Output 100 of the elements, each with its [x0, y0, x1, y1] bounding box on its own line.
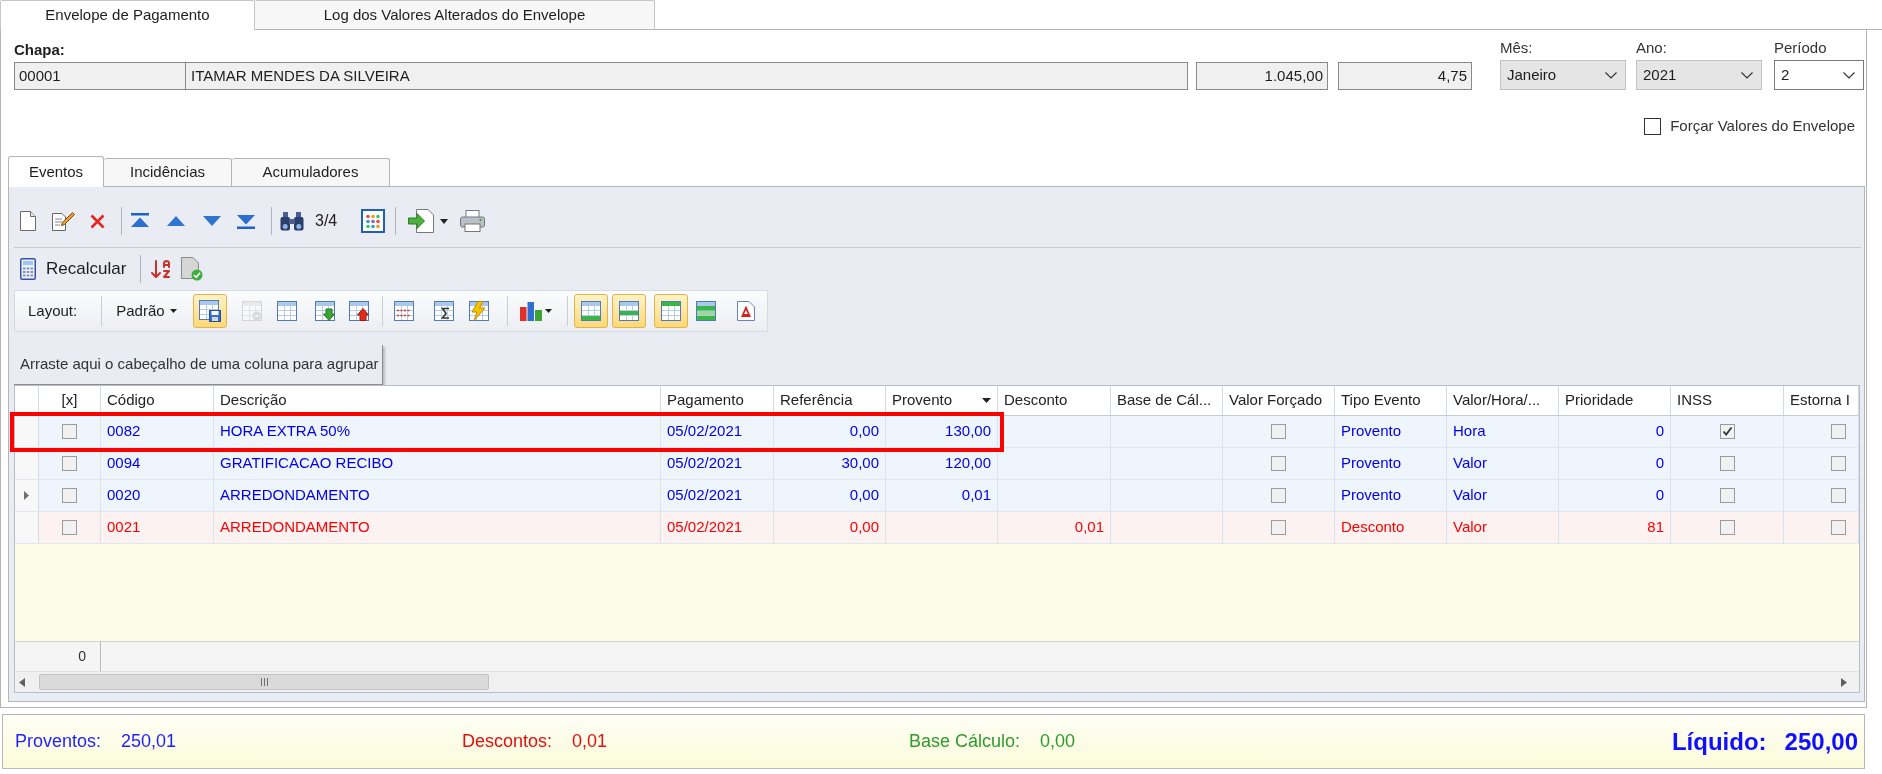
striped-table-icon[interactable]	[695, 301, 716, 321]
previous-icon[interactable]	[167, 216, 185, 226]
row-checkbox[interactable]	[1271, 456, 1286, 471]
table-cell: 120,00	[886, 448, 998, 479]
delete-icon[interactable]	[90, 213, 105, 229]
document-check-icon[interactable]	[181, 256, 204, 281]
column-header[interactable]: Valor Forçado	[1223, 386, 1335, 415]
row-checkbox[interactable]	[1831, 520, 1846, 535]
column-header[interactable]: Desconto	[998, 386, 1111, 415]
layout-tool-button[interactable]	[573, 294, 608, 328]
table-row[interactable]: 0021 ARREDONDAMENTO 05/02/2021 0,00 0,01 Desconto Valor 81	[15, 512, 1859, 544]
row-checkbox[interactable]	[1271, 424, 1286, 439]
table-cell: 0094	[101, 448, 214, 479]
recalculate-button[interactable]: Recalcular	[20, 255, 127, 282]
table-lightning-icon[interactable]	[468, 301, 489, 321]
printer-icon[interactable]	[460, 210, 486, 232]
table-sigma-icon[interactable]	[433, 301, 454, 321]
scroll-right-icon[interactable]	[1841, 677, 1847, 687]
chevron-down-icon	[1741, 71, 1753, 79]
document-triangle-icon[interactable]	[736, 301, 755, 321]
table-footer-icon[interactable]	[580, 301, 601, 321]
column-header[interactable]: Referência	[774, 386, 886, 415]
column-header[interactable]: Base de Cál...	[1111, 386, 1223, 415]
tab[interactable]: Incidências	[104, 158, 232, 186]
row-checkbox[interactable]	[62, 488, 77, 503]
column-header[interactable]: Tipo Evento	[1335, 386, 1447, 415]
row-checkbox[interactable]	[62, 520, 77, 535]
table-cell: 0,00	[774, 512, 886, 543]
tab[interactable]: Envelope de Pagamento	[0, 0, 255, 30]
chapa-label: Chapa:	[14, 40, 65, 60]
new-document-icon[interactable]	[20, 211, 36, 231]
tab[interactable]: Eventos	[8, 156, 104, 187]
column-header[interactable]: Estorna I	[1784, 386, 1859, 415]
row-checkbox[interactable]	[1831, 424, 1846, 439]
column-header[interactable]: Valor/Hora/...	[1447, 386, 1559, 415]
selector-dropdown[interactable]: 2021	[1636, 60, 1762, 90]
table-header-icon[interactable]	[660, 301, 681, 321]
column-header[interactable]: Descrição	[214, 386, 661, 415]
layout-preset-button[interactable]: Padrão	[116, 299, 177, 323]
name-field[interactable]: ITAMAR MENDES DA SILVEIRA	[186, 62, 1188, 90]
tab[interactable]: Acumuladores	[232, 158, 390, 186]
force-values-checkbox[interactable]	[1644, 117, 1662, 135]
color-grid-icon[interactable]	[361, 209, 386, 233]
row-checkbox[interactable]	[62, 456, 77, 471]
table-cell: GRATIFICACAO RECIBO	[214, 448, 661, 479]
table-row-icon[interactable]	[618, 301, 639, 321]
layout-tool-button[interactable]	[653, 294, 688, 328]
number-field[interactable]: 1.045,00	[1196, 62, 1328, 90]
table-cell: 05/02/2021	[661, 448, 774, 479]
layout-tool-button[interactable]	[192, 294, 227, 328]
next-icon[interactable]	[203, 216, 221, 226]
table-row[interactable]: 0020 ARREDONDAMENTO 05/02/2021 0,00 0,01 Provento Valor 0	[15, 480, 1859, 512]
table-icon[interactable]	[276, 301, 297, 321]
first-record-icon[interactable]	[131, 213, 149, 229]
column-header[interactable]: INSS	[1671, 386, 1784, 415]
binoculars-icon[interactable]	[280, 211, 304, 231]
row-checkbox[interactable]	[1719, 424, 1735, 439]
row-checkbox[interactable]	[1719, 456, 1735, 471]
table-row[interactable]: 0094 GRATIFICACAO RECIBO 05/02/2021 30,00 120,00 Provento Valor 0	[15, 448, 1859, 480]
total-label: Descontos:	[462, 730, 553, 753]
table-cell: 130,00	[886, 416, 998, 447]
chapa-field[interactable]: 00001	[14, 62, 186, 90]
column-header[interactable]: Pagamento	[661, 386, 774, 415]
row-checkbox[interactable]	[1719, 488, 1735, 503]
row-checkbox[interactable]	[1271, 520, 1286, 535]
column-header[interactable]: Código	[101, 386, 214, 415]
row-checkbox[interactable]	[1271, 488, 1286, 503]
caret-icon[interactable]	[440, 218, 449, 224]
table-cell: 0082	[101, 416, 214, 447]
row-checkbox[interactable]	[1719, 520, 1735, 535]
row-checkbox[interactable]	[62, 424, 77, 439]
table-cell: 0,01	[998, 512, 1111, 543]
caret-icon[interactable]	[169, 309, 177, 313]
table-lines-icon[interactable]	[393, 301, 414, 321]
table-cell: 0020	[101, 480, 214, 511]
column-header[interactable]: Prioridade	[1559, 386, 1671, 415]
bar-chart-icon[interactable]	[519, 301, 542, 321]
save-layout-icon[interactable]	[198, 300, 221, 322]
tab[interactable]: Log dos Valores Alterados do Envelope	[255, 0, 655, 30]
table-cell: 0,01	[886, 480, 998, 511]
row-indicator[interactable]	[15, 480, 39, 511]
row-checkbox[interactable]	[1831, 456, 1846, 471]
sort-arrow-icon[interactable]	[982, 398, 991, 403]
total-value: 0,01	[572, 730, 608, 753]
chevron-down-icon	[1605, 71, 1617, 79]
number-field[interactable]: 4,75	[1338, 62, 1472, 90]
horizontal-scrollbar[interactable]	[15, 671, 1859, 692]
caret-icon[interactable]	[544, 309, 552, 313]
scrollbar-thumb[interactable]	[39, 674, 489, 690]
layout-tool-button[interactable]	[611, 294, 646, 328]
row-checkbox[interactable]	[1831, 488, 1846, 503]
selector-dropdown[interactable]: Janeiro	[1500, 60, 1626, 90]
edit-document-icon[interactable]	[52, 211, 75, 231]
import-icon[interactable]	[408, 209, 435, 233]
selector-dropdown[interactable]: 2	[1774, 60, 1864, 90]
column-header[interactable]: Provento	[886, 386, 998, 415]
column-header[interactable]: [x]	[39, 386, 101, 415]
table-cell: 0,00	[774, 480, 886, 511]
last-record-icon[interactable]	[237, 213, 255, 229]
scroll-left-icon[interactable]	[19, 677, 25, 687]
